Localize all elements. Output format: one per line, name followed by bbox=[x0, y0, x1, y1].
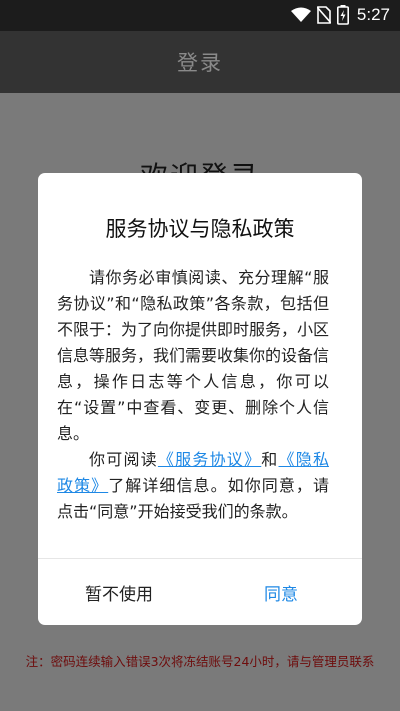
status-bar: 5:27 bbox=[0, 0, 400, 31]
battery-charging-icon bbox=[336, 5, 349, 25]
clock: 5:27 bbox=[356, 5, 390, 24]
agree-button[interactable]: 同意 bbox=[200, 559, 362, 625]
dialog-paragraph-1: 请你务必审慎阅读、充分理解“服务协议”和“隐私政策”各条款，包括但不限于：为了向… bbox=[57, 268, 330, 443]
dialog-title: 服务协议与隐私政策 bbox=[105, 217, 295, 241]
dialog-paragraph-2: 你可阅读《服务协议》和《隐私政策》了解详细信息。如你同意，请点击“同意”开始接受… bbox=[57, 447, 329, 525]
status-icons: 5:27 bbox=[290, 5, 390, 25]
wifi-icon bbox=[290, 7, 311, 22]
app-bar: 登录 bbox=[0, 31, 400, 93]
para2-and: 和 bbox=[261, 450, 279, 469]
no-sim-icon bbox=[316, 6, 331, 24]
lockout-notice: 注：密码连续输入错误3次将冻结账号24小时，请与管理员联系 bbox=[25, 654, 375, 669]
dialog-actions: 暂不使用 同意 bbox=[38, 559, 362, 625]
para2-prefix: 你可阅读 bbox=[89, 450, 158, 469]
service-agreement-link[interactable]: 《服务协议》 bbox=[158, 450, 261, 469]
page-title: 登录 bbox=[177, 51, 223, 75]
decline-button[interactable]: 暂不使用 bbox=[38, 559, 200, 625]
privacy-dialog: 服务协议与隐私政策 请你务必审慎阅读、充分理解“服务协议”和“隐私政策”各条款，… bbox=[38, 173, 362, 625]
dialog-body: 请你务必审慎阅读、充分理解“服务协议”和“隐私政策”各条款，包括但不限于：为了向… bbox=[57, 265, 329, 525]
